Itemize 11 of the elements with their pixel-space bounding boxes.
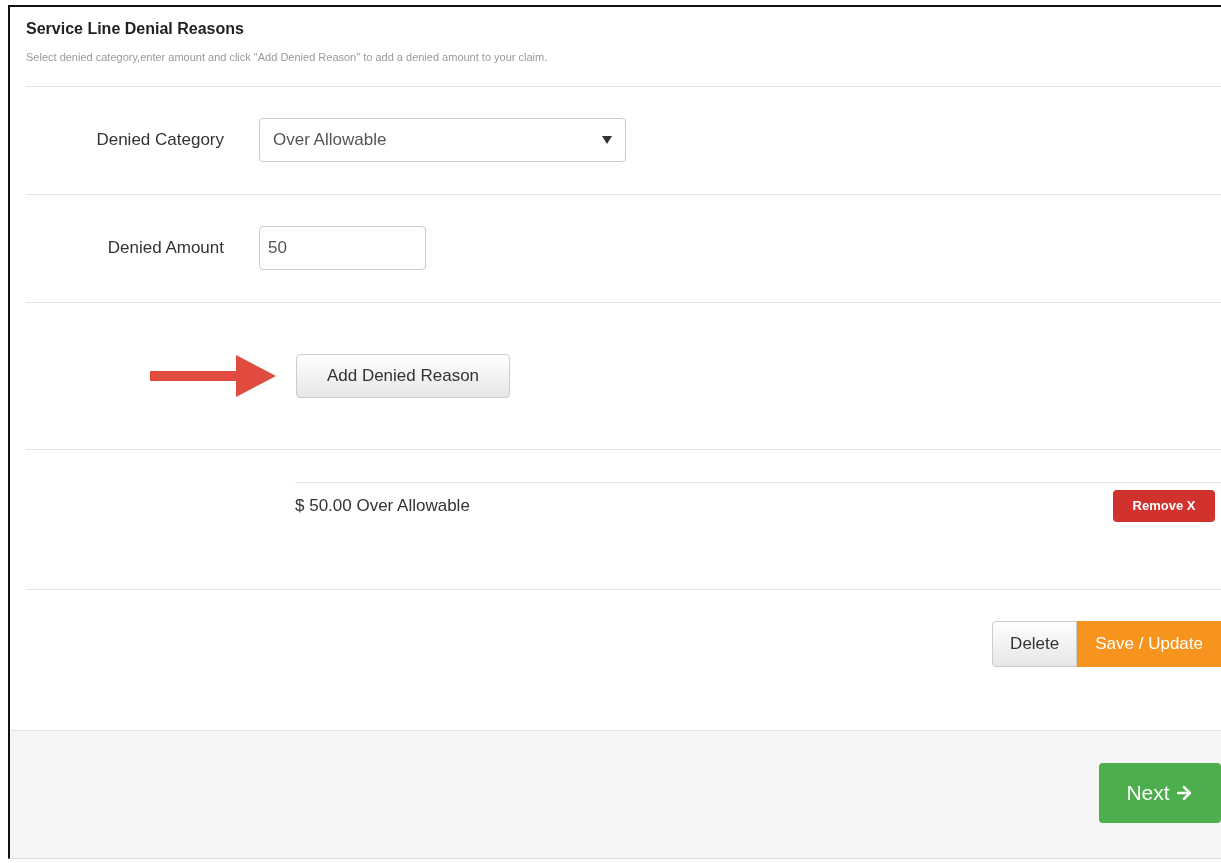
dropdown-caret-icon xyxy=(602,136,612,144)
add-denied-reason-button[interactable]: Add Denied Reason xyxy=(296,353,510,398)
panel-title: Service Line Denial Reasons xyxy=(26,19,245,39)
denied-reason-text: $ 50.00 Over Allowable xyxy=(295,494,470,517)
delete-button[interactable]: Delete xyxy=(992,620,1078,667)
category-select[interactable]: Over Allowable xyxy=(259,118,626,162)
amount-input[interactable]: 50 xyxy=(259,226,426,270)
remove-button[interactable]: Remove X xyxy=(1113,489,1215,522)
field-label: Denied Category xyxy=(95,129,225,152)
field-label: Denied Amount xyxy=(106,237,225,260)
panel-description: Select denied category,enter amount and click "Add Denied Reason" to add a denied amount to your claim. xyxy=(26,50,549,65)
